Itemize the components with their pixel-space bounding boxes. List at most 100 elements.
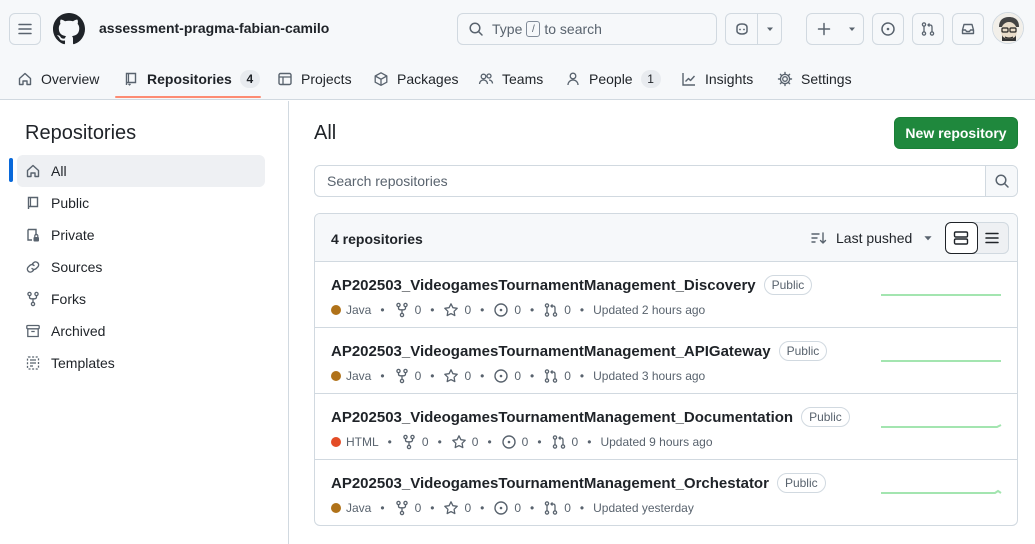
copilot-split-button: [725, 13, 782, 45]
pull-requests-value: 0: [564, 303, 571, 317]
repository-name[interactable]: AP202503_VideogamesTournamentManagement_…: [331, 475, 769, 492]
pull-requests-count[interactable]: 0: [543, 302, 571, 318]
separator-dot: •: [530, 369, 535, 383]
page-title: All: [314, 122, 337, 144]
repository-name[interactable]: AP202503_VideogamesTournamentManagement_…: [331, 277, 756, 294]
language: HTML: [331, 435, 379, 449]
forks-count[interactable]: 0: [394, 368, 421, 384]
create-dropdown[interactable]: [841, 14, 863, 44]
copilot-button[interactable]: [726, 14, 758, 44]
pull-request-icon: [921, 22, 935, 36]
new-repository-button[interactable]: New repository: [894, 117, 1018, 149]
issues-count[interactable]: 0: [493, 368, 521, 384]
tab-projects[interactable]: Projects: [277, 58, 352, 100]
selected-tab-underline: [115, 96, 261, 98]
user-avatar[interactable]: [992, 12, 1024, 44]
issues-count[interactable]: 0: [493, 302, 521, 318]
language-color-dot: [331, 503, 341, 513]
list-view-button[interactable]: [977, 223, 1008, 253]
tab-packages[interactable]: Packages: [373, 58, 458, 100]
pull-requests-button[interactable]: [912, 13, 944, 45]
sidebar-item-sources[interactable]: Sources: [17, 251, 265, 283]
search-icon: [469, 22, 483, 36]
separator-dot: •: [480, 303, 485, 317]
create-new-button[interactable]: [806, 13, 864, 45]
search-prefix: Type: [492, 21, 523, 37]
fork-icon: [395, 368, 408, 384]
copilot-dropdown[interactable]: [758, 14, 781, 44]
visibility-badge: Public: [776, 473, 826, 493]
pull-requests-count[interactable]: 0: [543, 500, 571, 516]
repository-name-link[interactable]: AP202503_VideogamesTournamentManagement_…: [331, 275, 813, 295]
top-header: assessment-pragma-fabian-camilo Type / t…: [0, 0, 1035, 100]
separator-dot: •: [579, 369, 585, 383]
repository-name-link[interactable]: AP202503_VideogamesTournamentManagement_…: [331, 407, 850, 427]
visibility-badge: Public: [763, 275, 813, 295]
tab-settings[interactable]: Settings: [777, 58, 852, 100]
sidebar-item-label: All: [51, 163, 67, 179]
tab-people[interactable]: People 1: [565, 58, 661, 100]
github-logo-icon[interactable]: [53, 13, 85, 45]
sidebar-item-templates[interactable]: Templates: [17, 347, 265, 379]
repository-search-button[interactable]: [985, 166, 1017, 196]
pull-request-icon: [544, 303, 558, 317]
issues-button[interactable]: [872, 13, 904, 45]
sidebar-item-all[interactable]: All: [17, 155, 265, 187]
issues-count[interactable]: 0: [493, 500, 521, 516]
repository-row: AP202503_VideogamesTournamentManagement_…: [315, 394, 1017, 460]
inbox-button[interactable]: [952, 13, 984, 45]
tab-repositories[interactable]: Repositories 4: [123, 58, 260, 100]
forks-count[interactable]: 0: [401, 434, 429, 450]
sort-dropdown[interactable]: Last pushed: [810, 230, 934, 246]
repository-row: AP202503_VideogamesTournamentManagement_…: [315, 460, 1017, 525]
fork-icon: [395, 302, 408, 318]
forks-value: 0: [421, 435, 429, 449]
language-color-dot: [331, 371, 341, 381]
org-name[interactable]: assessment-pragma-fabian-camilo: [99, 20, 329, 36]
card-view-button[interactable]: [945, 222, 978, 254]
menu-button[interactable]: [9, 13, 41, 45]
repository-name-link[interactable]: AP202503_VideogamesTournamentManagement_…: [331, 341, 828, 361]
stars-count[interactable]: 0: [451, 434, 478, 450]
search-suffix: to search: [544, 21, 602, 37]
pull-requests-value: 0: [571, 435, 579, 449]
pull-requests-count[interactable]: 0: [551, 434, 579, 450]
repository-name[interactable]: AP202503_VideogamesTournamentManagement_…: [331, 343, 771, 360]
language-color-dot: [331, 305, 341, 315]
sidebar-item-public[interactable]: Public: [17, 187, 265, 219]
separator-dot: •: [530, 303, 535, 317]
tab-teams[interactable]: Teams: [478, 58, 543, 100]
issue-icon: [881, 22, 895, 36]
gear-icon: [777, 71, 793, 87]
language-color-dot: [331, 437, 341, 447]
repository-row: AP202503_VideogamesTournamentManagement_…: [315, 328, 1017, 394]
sidebar-item-forks[interactable]: Forks: [17, 283, 265, 315]
star-icon: [444, 501, 459, 515]
language: Java: [331, 501, 371, 515]
stars-count[interactable]: 0: [443, 302, 471, 318]
org-nav-tabs: Overview Repositories 4 Projects Package…: [0, 58, 1035, 100]
forks-count[interactable]: 0: [394, 302, 421, 318]
tab-overview[interactable]: Overview: [17, 58, 99, 100]
active-indicator: [9, 158, 13, 182]
pull-requests-count[interactable]: 0: [543, 368, 571, 384]
stars-count[interactable]: 0: [443, 368, 471, 384]
updated-time: Updated yesterday: [593, 501, 694, 515]
stars-count[interactable]: 0: [443, 500, 471, 516]
repository-search-input[interactable]: [315, 166, 987, 196]
tab-insights[interactable]: Insights: [681, 58, 753, 100]
repository-meta: Java • 0 • 0 • 0 • 0 • Updated yesterday: [331, 500, 694, 516]
language: Java: [331, 303, 371, 317]
issues-count[interactable]: 0: [501, 434, 528, 450]
forks-count[interactable]: 0: [394, 500, 421, 516]
repository-name-link[interactable]: AP202503_VideogamesTournamentManagement_…: [331, 473, 826, 493]
sidebar-item-private[interactable]: Private: [17, 219, 265, 251]
activity-sparkline: [881, 424, 1002, 428]
sidebar-item-archived[interactable]: Archived: [17, 315, 265, 347]
repository-name[interactable]: AP202503_VideogamesTournamentManagement_…: [331, 409, 793, 426]
global-search[interactable]: Type / to search: [457, 13, 717, 45]
pull-request-icon: [552, 435, 565, 449]
people-counter: 1: [640, 70, 661, 88]
sidebar-item-label: Forks: [51, 291, 86, 307]
plus-button[interactable]: [807, 14, 841, 44]
